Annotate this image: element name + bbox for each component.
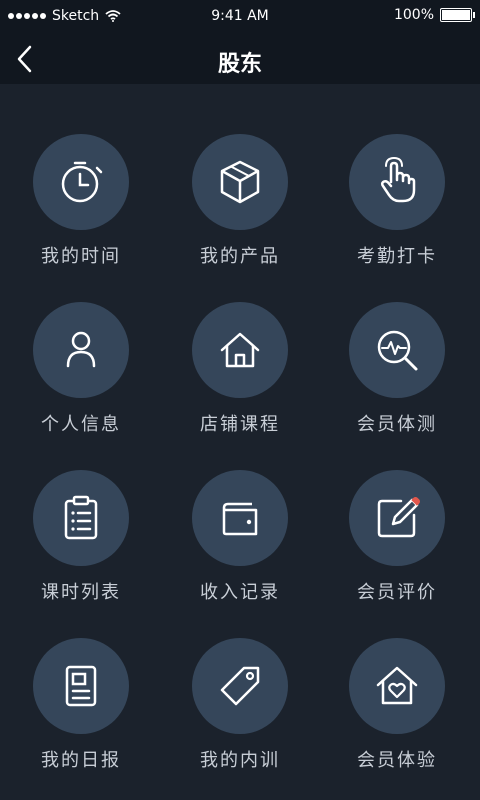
- menu-item-store-courses[interactable]: 店铺课程: [165, 302, 315, 452]
- icon-circle: [192, 470, 288, 566]
- icon-circle: [33, 134, 129, 230]
- icon-circle: [33, 470, 129, 566]
- menu-item-label: 收入记录: [200, 582, 280, 603]
- home-icon: [220, 332, 260, 368]
- nav-bar: 股东: [0, 34, 480, 84]
- battery-percent: 100%: [393, 7, 434, 23]
- menu-item-income-records[interactable]: 收入记录: [165, 470, 315, 620]
- battery-icon: [440, 8, 475, 22]
- menu-item-label: 店铺课程: [200, 414, 280, 435]
- menu-item-attendance[interactable]: 考勤打卡: [322, 134, 472, 284]
- icon-circle: [192, 638, 288, 734]
- wallet-icon: [222, 502, 258, 536]
- menu-item-member-test[interactable]: 会员体测: [322, 302, 472, 452]
- stopwatch-icon: [61, 161, 103, 203]
- icon-circle: [349, 302, 445, 398]
- menu-item-member-reviews[interactable]: 会员评价: [322, 470, 472, 620]
- icon-circle: [192, 134, 288, 230]
- icon-circle: [349, 134, 445, 230]
- menu-item-class-list[interactable]: 课时列表: [6, 470, 156, 620]
- person-icon: [66, 331, 96, 368]
- status-bar: Sketch 9:41 AM 100%: [0, 0, 480, 34]
- menu-item-label: 会员体测: [357, 414, 437, 435]
- menu-item-my-time[interactable]: 我的时间: [6, 134, 156, 284]
- menu-item-personal-info[interactable]: 个人信息: [6, 302, 156, 452]
- tag-icon: [220, 666, 260, 706]
- cube-icon: [220, 160, 260, 204]
- page-title: 股东: [217, 52, 262, 77]
- clipboard-list-icon: [64, 495, 98, 540]
- finger-tap-icon: [380, 156, 416, 203]
- menu-item-label: 课时列表: [41, 582, 121, 603]
- magnifier-pulse-icon: [377, 330, 418, 371]
- menu-item-member-experience[interactable]: 会员体验: [322, 638, 472, 788]
- menu-item-label: 会员体验: [357, 750, 437, 771]
- icon-circle: [349, 470, 445, 566]
- battery-group: 100%: [393, 7, 475, 23]
- menu-item-label: 我的日报: [41, 750, 121, 771]
- icon-circle: [349, 638, 445, 734]
- menu-item-daily-report[interactable]: 我的日报: [6, 638, 156, 788]
- menu-item-label: 我的内训: [200, 750, 280, 771]
- report-doc-icon: [65, 665, 97, 707]
- menu-grid: 我的时间 我的产品 考勤打卡 个人信息 店铺课程 会员体测 课时列表 收入记录 …: [0, 84, 480, 800]
- menu-item-label: 个人信息: [41, 414, 121, 435]
- edit-pencil-icon: [377, 497, 420, 538]
- menu-item-label: 考勤打卡: [357, 246, 437, 267]
- icon-circle: [33, 302, 129, 398]
- heart-house-icon: [376, 666, 418, 705]
- menu-item-label: 会员评价: [357, 582, 437, 603]
- menu-item-my-products[interactable]: 我的产品: [165, 134, 315, 284]
- menu-item-internal-training[interactable]: 我的内训: [165, 638, 315, 788]
- menu-item-label: 我的时间: [41, 246, 121, 267]
- icon-circle: [33, 638, 129, 734]
- icon-circle: [192, 302, 288, 398]
- menu-item-label: 我的产品: [200, 246, 280, 267]
